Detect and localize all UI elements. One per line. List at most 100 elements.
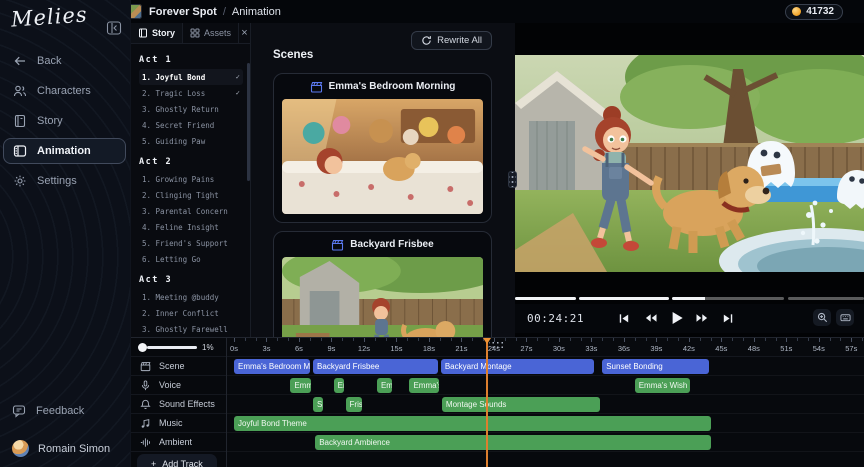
sidebar-item-animation[interactable]: Animation	[3, 138, 126, 164]
clip-backyard-ambience[interactable]: Backyard Ambience	[315, 434, 711, 450]
feedback-label: Feedback	[36, 405, 85, 417]
ruler-tick	[710, 338, 712, 341]
clip-montage-sounds[interactable]: Montage Sounds	[441, 396, 601, 412]
sidebar-item-story[interactable]: Story	[3, 108, 126, 134]
timecode: 00:24:21	[527, 312, 584, 325]
ruler-tick	[645, 338, 647, 341]
story-item-label: 1. Meeting @buddy	[142, 292, 219, 302]
track-lane-voice: Emm Er Em Emma's Emma's Wish	[227, 376, 864, 395]
scrubber-segment[interactable]	[515, 297, 577, 300]
scene-card-backyard-frisbee[interactable]: Backyard Frisbee	[273, 231, 492, 337]
story-item[interactable]: 5. Guiding Paw	[139, 133, 243, 149]
scrubber-segment[interactable]	[672, 297, 785, 300]
clip-sunset-bonding[interactable]: Sunset Bonding	[602, 358, 710, 374]
story-item[interactable]: 1. Growing Pains	[139, 171, 243, 187]
timeline-zoom-slider[interactable]: 1%	[131, 338, 226, 357]
credits-badge[interactable]: 41732	[785, 3, 843, 20]
timeline-ruler[interactable]: 0s 3s 6s 9s 12s 15s 18s 21s 24s 27s 30s 33s 36s 39s 42…	[227, 338, 864, 357]
story-list: Act 1 1. Joyful Bond ✓ 2. Tragic Loss ✓ 3. Gh…	[131, 44, 247, 337]
clip-em[interactable]: Em	[376, 377, 393, 393]
tab-assets[interactable]: Assets	[183, 23, 240, 43]
story-item-label: 6. Letting Go	[142, 254, 201, 264]
clip-emma-s-wish[interactable]: Emma's Wish	[634, 377, 690, 393]
scrubber-segment[interactable]	[787, 297, 864, 300]
play-button[interactable]	[668, 309, 685, 327]
track-label-scene[interactable]: Scene	[131, 357, 226, 376]
ruler-tick	[840, 338, 842, 341]
close-panel-button[interactable]: ×	[239, 23, 250, 43]
story-item[interactable]: 2. Inner Conflict	[139, 305, 243, 321]
story-item[interactable]: 4. Secret Friend	[139, 117, 243, 133]
story-scrollbar[interactable]	[247, 63, 250, 181]
scrubber-segment[interactable]	[579, 297, 670, 300]
clip-backyard-frisbee[interactable]: Backyard Frisbee	[313, 358, 438, 374]
zoom-in-button[interactable]	[813, 309, 831, 326]
story-item-label: 1. Growing Pains	[142, 174, 215, 184]
skip-end-icon	[722, 312, 735, 325]
clip-fris[interactable]: Fris	[345, 396, 362, 412]
story-item[interactable]: 4. Feline Insight	[139, 219, 243, 235]
sidebar-item-characters[interactable]: Characters	[3, 78, 126, 104]
keyboard-shortcuts-button[interactable]	[836, 309, 854, 326]
clip-sp[interactable]: Sp	[313, 396, 323, 412]
story-item[interactable]: 1. Meeting @buddy	[139, 289, 243, 305]
track-label-sound-effects[interactable]: Sound Effects	[131, 395, 226, 414]
rewrite-all-button[interactable]: Rewrite All	[411, 31, 492, 50]
skip-end-button[interactable]	[720, 309, 737, 327]
video-frame-illustration	[515, 55, 864, 272]
story-item[interactable]: 3. Ghostly Return	[139, 101, 243, 117]
arrow-left-icon	[13, 54, 27, 68]
story-item[interactable]: 3. Ghostly Farewell	[139, 321, 243, 337]
track-label-voice[interactable]: Voice	[131, 376, 226, 395]
music-note-icon	[140, 418, 151, 429]
clip-emm[interactable]: Emm	[290, 377, 311, 393]
story-item-label: 3. Parental Concern	[142, 206, 228, 216]
track-label-ambient[interactable]: Ambient	[131, 433, 226, 452]
rewind-button[interactable]	[642, 309, 659, 327]
clip-er[interactable]: Er	[333, 377, 345, 393]
ruler-tick	[818, 338, 820, 342]
panel-resize-handle[interactable]	[508, 171, 517, 188]
video-preview[interactable]	[515, 55, 864, 272]
ruler-label: 3s	[262, 344, 271, 353]
sidebar-item-settings[interactable]: Settings	[3, 168, 126, 194]
ruler-tick	[331, 338, 333, 342]
ruler-tick	[288, 338, 290, 341]
story-item[interactable]: 2. Clinging Tight	[139, 187, 243, 203]
story-item[interactable]: 1. Joyful Bond ✓	[139, 69, 243, 85]
fast-forward-icon	[695, 311, 709, 325]
add-track-button[interactable]: + Add Track	[137, 454, 217, 467]
zoom-slider-knob[interactable]	[138, 342, 147, 352]
ruler-tick	[699, 338, 701, 341]
story-item[interactable]: 5. Friend's Support	[139, 235, 243, 251]
sidebar-collapse-button[interactable]	[106, 19, 123, 36]
story-item-label: 2. Tragic Loss	[142, 88, 206, 98]
video-scrubber[interactable]	[515, 297, 864, 300]
ruler-tick	[688, 338, 690, 342]
ruler-tick	[320, 338, 322, 341]
sidebar-item-back[interactable]: Back	[3, 48, 126, 74]
chat-icon	[12, 404, 26, 418]
tab-label: Assets	[204, 28, 232, 38]
project-name[interactable]: Forever Spot	[149, 6, 217, 18]
timeline-drag-handle[interactable]	[489, 339, 504, 348]
clip-emma-s-bedroom-morning[interactable]: Emma's Bedroom Morning	[234, 358, 310, 374]
tab-story[interactable]: Story	[131, 23, 184, 43]
ruler-tick	[428, 338, 430, 342]
story-item[interactable]: 2. Tragic Loss ✓	[139, 85, 243, 101]
track-label-music[interactable]: Music	[131, 414, 226, 433]
scene-card-emmas-bedroom-morning[interactable]: Emma's Bedroom Morning	[273, 73, 492, 223]
ruler-tick	[656, 338, 658, 342]
story-item-label: 4. Secret Friend	[142, 120, 215, 130]
story-item[interactable]: 3. Parental Concern	[139, 203, 243, 219]
skip-start-button[interactable]	[616, 309, 633, 327]
fast-forward-button[interactable]	[694, 309, 711, 327]
feedback-button[interactable]: Feedback	[12, 404, 124, 418]
story-item[interactable]: 6. Letting Go	[139, 251, 243, 267]
user-profile[interactable]: Romain Simon	[12, 440, 124, 457]
clip-backyard-montage[interactable]: Backyard Montage	[440, 358, 594, 374]
nav-label: Characters	[37, 85, 91, 97]
clip-joyful-bond-theme[interactable]: Joyful Bond Theme	[234, 415, 711, 431]
playhead[interactable]	[483, 338, 492, 467]
clip-emma-s[interactable]: Emma's	[409, 377, 439, 393]
